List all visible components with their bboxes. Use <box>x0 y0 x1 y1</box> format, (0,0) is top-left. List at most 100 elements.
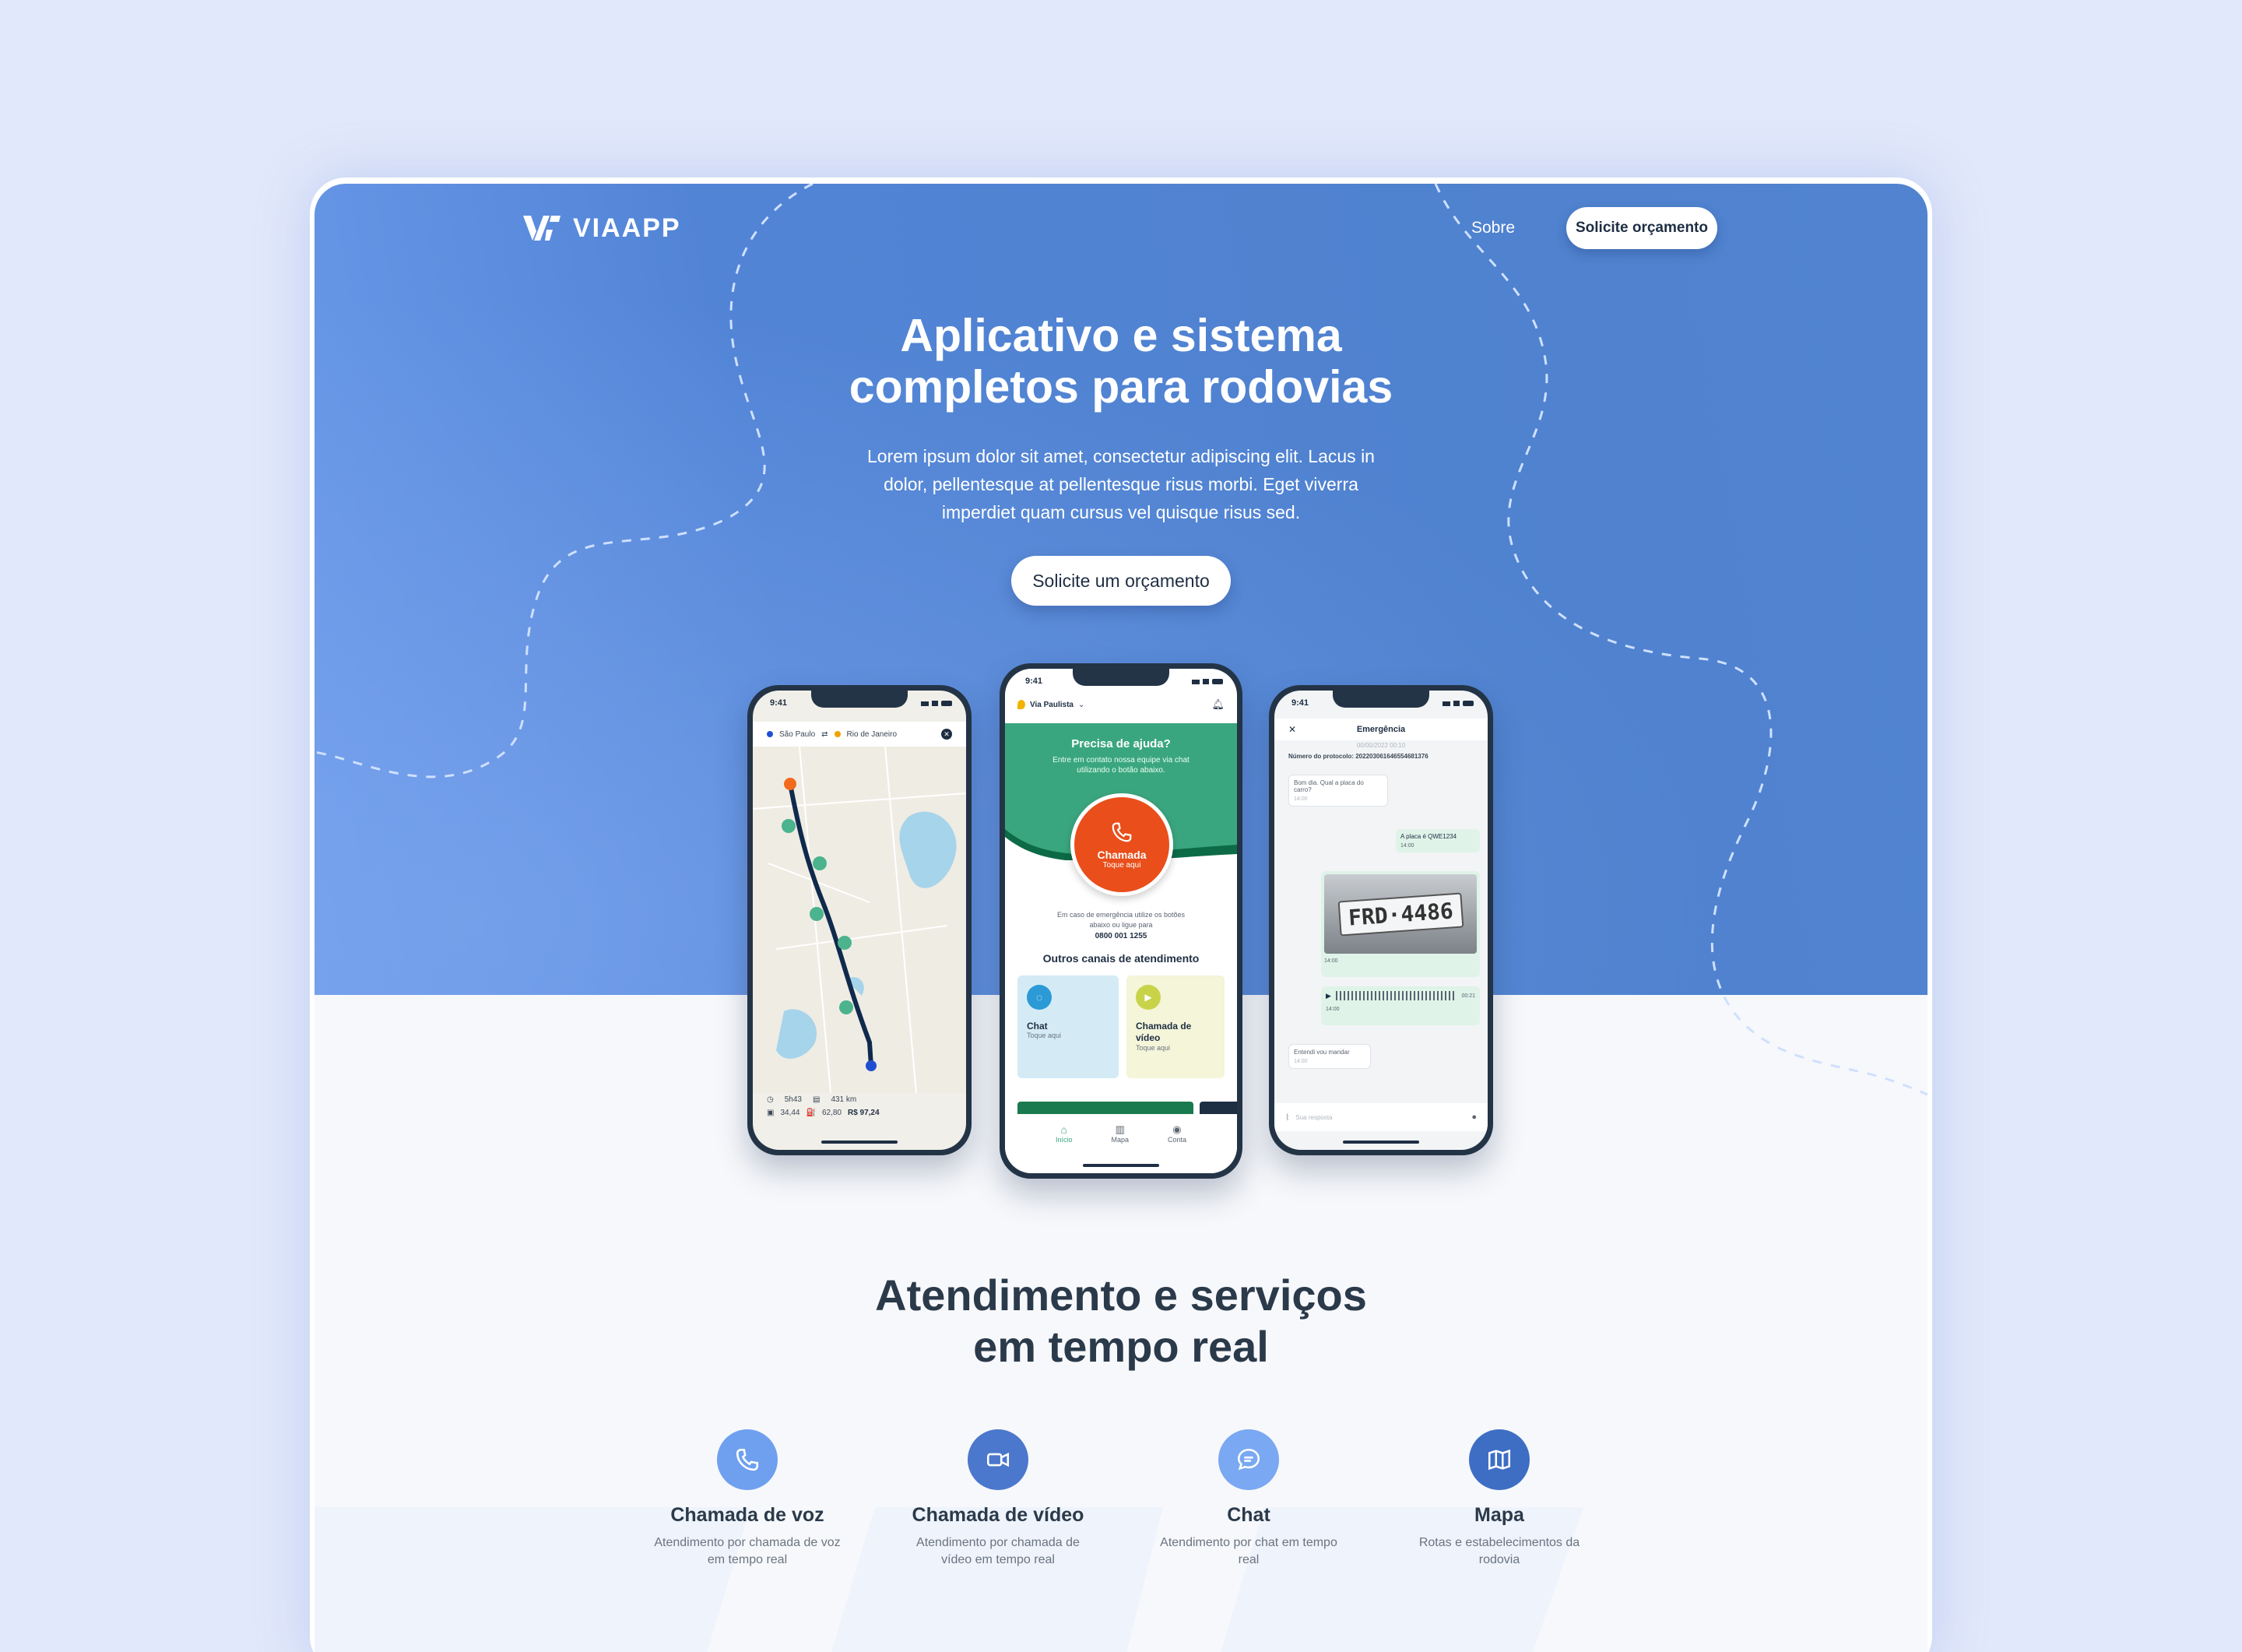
chat-message-received: Bom dia. Qual a placa do carro? 14:00 <box>1288 775 1388 807</box>
toll-icon: ▣ <box>767 1109 775 1117</box>
route-summary: ◷ 5h43 ▤ 431 km ▣ 34,44 ⛽ 62,80 R$ 97,24 <box>767 1095 952 1117</box>
map-icon: ▥ <box>1115 1123 1125 1135</box>
emergency-call-button[interactable]: Chamada Toque aqui <box>1070 793 1173 896</box>
help-text: Entre em contato nossa equipe via chat u… <box>1052 756 1190 775</box>
logo-mark-icon <box>523 215 560 241</box>
route-origin: São Paulo <box>779 729 816 739</box>
video-icon: ▶︎ <box>1136 985 1161 1010</box>
emergency-text: Em caso de emergência utilize os botões … <box>1056 911 1186 929</box>
feature-chat: Chat Atendimento por chat em tempo real <box>1155 1429 1342 1569</box>
chat-protocol: Número do protocolo: 2022030616465546813… <box>1288 753 1428 760</box>
distance-icon: ▤ <box>812 1095 821 1104</box>
status-time: 9:41 <box>1291 698 1309 708</box>
route-fuel: 62,80 <box>821 1109 842 1117</box>
close-icon[interactable]: ✕ <box>941 729 952 740</box>
swap-icon[interactable]: ⇄ <box>821 730 828 739</box>
chat-image-message[interactable]: FRD·4486 14:00 <box>1321 871 1480 977</box>
emergency-number[interactable]: 0800 001 1255 <box>1005 932 1237 940</box>
feature-voice-call: Chamada de voz Atendimento por chamada d… <box>654 1429 841 1569</box>
route-header: São Paulo ⇄ Rio de Janeiro ✕ <box>753 722 966 747</box>
pin-blue-icon <box>767 731 773 737</box>
feature-title: Chamada de voz <box>670 1504 824 1526</box>
phone-help-mockup: 9:41 Via Paulista ⌄ 🔔︎ Precisa de ajuda?… <box>1000 663 1242 1179</box>
chat-header: ✕ Emergência <box>1274 719 1488 740</box>
tab-conta[interactable]: ◉ Conta <box>1168 1123 1186 1173</box>
status-time: 9:41 <box>1025 677 1043 686</box>
map-icon <box>1469 1429 1530 1490</box>
viaapp-logo[interactable]: VIAAPP <box>523 213 681 244</box>
route-destination: Rio de Janeiro <box>846 729 898 739</box>
chat-icon: ◌ <box>1027 985 1052 1010</box>
call-label: Chamada <box>1097 848 1147 861</box>
chat-sublabel: Toque aqui <box>1027 1032 1062 1039</box>
call-sublabel: Toque aqui <box>1102 860 1141 870</box>
feature-desc: Rotas e estabelecimentos da rodovia <box>1418 1536 1580 1566</box>
status-time: 9:41 <box>770 698 788 708</box>
status-icons <box>1192 679 1223 684</box>
audio-waveform <box>1335 991 1457 1000</box>
feature-desc: Atendimento por chat em tempo real <box>1160 1536 1337 1566</box>
video-channel-card[interactable]: ▶︎ Chamada de vídeo Toque aqui <box>1126 975 1225 1078</box>
promo-banner-2[interactable] <box>1200 1102 1237 1114</box>
route-duration: 5h43 <box>784 1095 802 1104</box>
hero-quote-button[interactable]: Solicite um orçamento <box>1011 556 1231 606</box>
chat-message-sent: A placa é QWE1234 14:00 <box>1396 829 1480 852</box>
feature-desc: Atendimento por chamada de vídeo em temp… <box>916 1536 1080 1566</box>
location-pin-icon <box>1017 700 1025 709</box>
hero-subtitle: Lorem ipsum dolor sit amet, consectetur … <box>867 446 1375 522</box>
browser-frame: VIAAPP Sobre Solicite orçamento Aplicati… <box>310 178 1932 1652</box>
phone-icon <box>1112 822 1132 842</box>
video-label: Chamada de vídeo <box>1136 1021 1192 1043</box>
other-channels-title: Outros canais de atendimento <box>1042 952 1200 965</box>
phone-icon <box>717 1429 778 1490</box>
route-distance: 431 km <box>831 1095 857 1104</box>
home-indicator <box>1083 1164 1159 1167</box>
play-icon[interactable]: ▶︎ <box>1326 992 1331 1000</box>
nav-about-link[interactable]: Sobre <box>1471 219 1515 237</box>
chat-input-bar: ⌇ Sua resposta ● <box>1274 1103 1488 1131</box>
route-toll: 34,44 <box>780 1109 800 1117</box>
home-indicator <box>821 1141 898 1144</box>
license-plate-photo: FRD·4486 <box>1324 874 1477 954</box>
chat-label: Chat <box>1027 1021 1048 1032</box>
user-icon: ◉ <box>1172 1123 1182 1135</box>
route-total: R$ 97,24 <box>847 1109 880 1117</box>
nav-quote-button[interactable]: Solicite orçamento <box>1566 207 1717 249</box>
license-plate-text: FRD·4486 <box>1337 892 1464 936</box>
map-view[interactable] <box>753 747 966 1093</box>
chevron-down-icon: ⌄ <box>1077 700 1085 709</box>
hero-title: Aplicativo e sistema completos para rodo… <box>849 310 1393 413</box>
chat-date: 00/00/2022 00:10 <box>1356 742 1406 749</box>
status-icons <box>921 701 952 706</box>
chat-message-received: Entendi vou mandar 14:00 <box>1288 1044 1371 1069</box>
services-title: Atendimento e serviços em tempo real <box>875 1271 1367 1371</box>
mic-icon[interactable]: ● <box>1471 1112 1477 1122</box>
chat-channel-card[interactable]: ◌ Chat Toque aqui <box>1017 975 1119 1078</box>
status-icons <box>1443 701 1474 706</box>
pin-orange-icon <box>834 731 841 737</box>
promo-banner[interactable] <box>1017 1102 1193 1114</box>
chat-input[interactable]: Sua resposta <box>1295 1114 1465 1121</box>
bell-icon[interactable]: 🔔︎ <box>1211 698 1225 711</box>
tab-inicio[interactable]: ⌂ Início <box>1056 1123 1073 1173</box>
phone-chat-mockup: 9:41 ✕ Emergência 00/00/2022 00:10 Númer… <box>1269 685 1493 1155</box>
logo-text: VIAAPP <box>573 213 681 243</box>
close-icon[interactable]: ✕ <box>1288 724 1296 735</box>
video-sublabel: Toque aqui <box>1136 1044 1171 1052</box>
feature-map: Mapa Rotas e estabelecimentos da rodovia <box>1406 1429 1593 1569</box>
feature-title: Mapa <box>1474 1504 1524 1526</box>
feature-desc: Atendimento por chamada de voz em tempo … <box>654 1536 841 1566</box>
chat-audio-message[interactable]: ▶︎ 00:21 14:00 <box>1321 986 1480 1025</box>
home-indicator <box>1343 1141 1419 1144</box>
chat-icon <box>1218 1429 1279 1490</box>
feature-video-call: Chamada de vídeo Atendimento por chamada… <box>905 1429 1091 1569</box>
location-selector[interactable]: Via Paulista ⌄ 🔔︎ <box>1017 698 1225 711</box>
home-icon: ⌂ <box>1060 1123 1067 1136</box>
fuel-icon: ⛽ <box>806 1109 816 1117</box>
feature-title: Chat <box>1227 1504 1270 1526</box>
clock-icon: ◷ <box>767 1095 774 1104</box>
feature-title: Chamada de vídeo <box>912 1504 1084 1526</box>
attach-icon[interactable]: ⌇ <box>1285 1112 1289 1123</box>
phone-map-mockup: 9:41 São Paulo ⇄ Rio de Janeiro ✕ ◷ 5h43… <box>747 685 972 1155</box>
chat-title: Emergência <box>1356 725 1406 734</box>
